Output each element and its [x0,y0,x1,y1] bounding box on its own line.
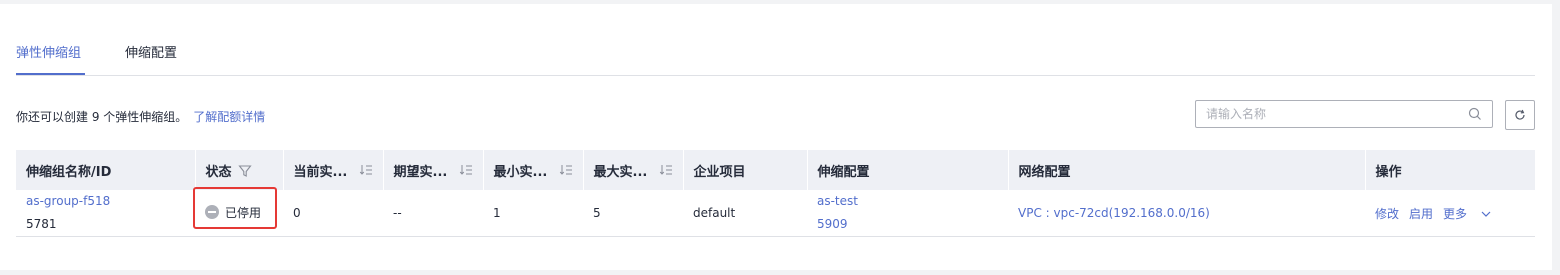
main-card: 弹性伸缩组 伸缩配置 你还可以创建 9 个弹性伸缩组。了解配额详情 伸缩组名称/… [0,4,1552,270]
quota-text: 你还可以创建 9 个弹性伸缩组。 [16,110,188,124]
column-header-scaling-config: 伸缩配置 [807,150,1009,190]
config-name-link[interactable]: as-test [817,190,1008,213]
filter-icon[interactable] [237,164,252,178]
cell-status: 已停用 [195,190,283,237]
column-header-min-instances[interactable]: 最小实... [483,150,584,190]
status-text: 已停用 [225,205,262,220]
config-id-link[interactable]: 5909 [817,213,1008,236]
column-header-actions: 操作 [1365,150,1536,190]
column-header-enterprise-project: 企业项目 [683,150,808,190]
tab-bar: 弹性伸缩组 伸缩配置 [16,44,1535,76]
quota-details-link[interactable]: 了解配额详情 [193,110,265,124]
disabled-status-icon [205,205,219,220]
tab-scaling-configs[interactable]: 伸缩配置 [125,44,177,64]
status-badge: 已停用 [205,204,261,221]
cell-name-id: as-group-f518 5781 [16,190,195,237]
table-row: as-group-f518 5781 已停用 0 -- 1 5 default … [16,190,1535,237]
tab-active-indicator [16,73,85,75]
sort-icon[interactable] [559,163,573,177]
cell-network-config: VPC : vpc-72cd(192.168.0.0/16) [1008,190,1365,237]
cell-enterprise-project: default [683,190,807,237]
search-box[interactable] [1195,100,1493,128]
sort-icon[interactable] [659,163,673,177]
scaling-group-table: 伸缩组名称/ID 状态 当前实... 期望实... 最小实... 最大实... … [16,150,1536,237]
tab-scaling-groups[interactable]: 弹性伸缩组 [16,44,81,64]
column-header-network-config: 网络配置 [1008,150,1366,190]
cell-current-instances: 0 [283,190,383,237]
cell-desired-instances: -- [383,190,483,237]
cell-scaling-config: as-test 5909 [807,190,1008,237]
column-header-status: 状态 [195,150,284,190]
table-header-row: 伸缩组名称/ID 状态 当前实... 期望实... 最小实... 最大实... … [16,150,1536,190]
refresh-icon [1515,109,1525,120]
quota-info: 你还可以创建 9 个弹性伸缩组。 了解配额详情 [16,108,265,126]
search-input[interactable] [1206,106,1456,122]
refresh-button[interactable] [1505,100,1535,130]
chevron-down-icon [1481,211,1491,217]
enable-button[interactable]: 启用 [1409,207,1433,221]
column-header-desired-instances[interactable]: 期望实... [383,150,484,190]
cell-max-instances: 5 [583,190,683,237]
search-icon[interactable] [1468,107,1482,121]
more-label: 更多 [1443,206,1468,221]
column-header-current-instances[interactable]: 当前实... [283,150,384,190]
column-header-name-id: 伸缩组名称/ID [16,150,196,190]
group-id: 5781 [26,217,57,231]
column-header-max-instances[interactable]: 最大实... [583,150,684,190]
vpc-link[interactable]: VPC : vpc-72cd(192.168.0.0/16) [1018,206,1210,220]
sort-icon[interactable] [359,163,373,177]
modify-button[interactable]: 修改 [1375,207,1399,221]
more-dropdown[interactable]: 更多 [1443,207,1491,221]
cell-min-instances: 1 [483,190,583,237]
sort-icon[interactable] [459,163,473,177]
cell-actions: 修改 启用 更多 [1365,190,1535,237]
group-name-link[interactable]: as-group-f518 [26,190,195,213]
